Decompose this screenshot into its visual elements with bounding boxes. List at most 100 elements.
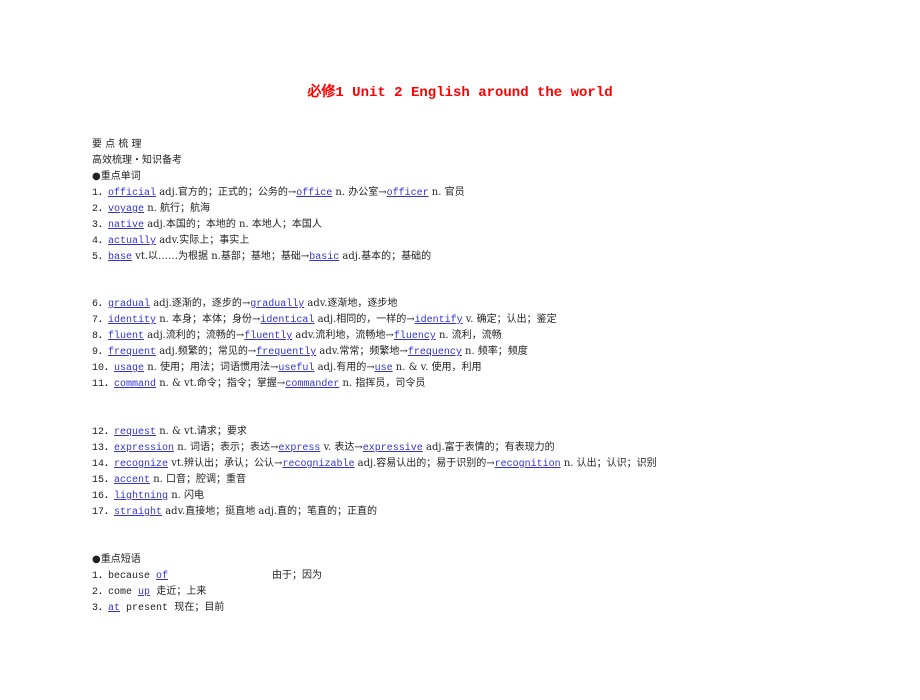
keyword-link[interactable]: request <box>114 427 156 438</box>
definition-text: adj.频繁的；常见的→ <box>156 346 257 357</box>
definition-text: adv.直接地；挺直地 adj.直的；笔直的；正直的 <box>162 506 378 517</box>
vocab-item: 12．request n. & vt.请求；要求 <box>92 424 657 440</box>
keyword-link[interactable]: voyage <box>108 204 144 215</box>
definition-text: adj.富于表情的；有表现力的 <box>422 442 555 453</box>
item-number: 6． <box>92 299 109 310</box>
page-title: 必修1 Unit 2 English around the world <box>307 85 613 101</box>
item-number: 3． <box>92 603 109 614</box>
item-number: 3． <box>92 220 109 231</box>
keyword-link[interactable]: recognition <box>495 459 561 470</box>
phrase-item: 1．because of 由于；因为 <box>92 568 322 584</box>
keyword-link[interactable]: gradually <box>250 299 304 310</box>
item-number: 7． <box>92 315 109 326</box>
vocab-heading: ●重点单词 <box>92 171 141 182</box>
item-number: 15． <box>92 475 115 486</box>
keyword-link[interactable]: use <box>375 363 393 374</box>
vocab-item: 17．straight adv.直接地；挺直地 adj.直的；笔直的；正直的 <box>92 504 657 520</box>
keyword-link[interactable]: frequently <box>256 347 316 358</box>
keyword-link[interactable]: straight <box>114 507 162 518</box>
keyword-link[interactable]: official <box>108 188 156 199</box>
keyword-link[interactable]: actually <box>108 236 156 247</box>
keyword-link[interactable]: office <box>296 188 332 199</box>
item-number: 5． <box>92 252 109 263</box>
keyword-link[interactable]: commander <box>285 379 339 390</box>
keyword-link[interactable]: identify <box>415 315 463 326</box>
keyword-link[interactable]: up <box>138 587 150 598</box>
phrase-text: at present <box>108 602 168 614</box>
keyword-link[interactable]: lightning <box>114 491 168 502</box>
item-number: 16． <box>92 491 115 502</box>
vocab-item: 16．lightning n. 闪电 <box>92 488 657 504</box>
keyword-link[interactable]: frequent <box>108 347 156 358</box>
keyword-link[interactable]: identity <box>108 315 156 326</box>
vocab-item: 10．usage n. 使用；用法；词语惯用法→useful adj.有用的→u… <box>92 360 557 376</box>
vocab-group-3: 12．request n. & vt.请求；要求 13．expression n.… <box>92 424 657 520</box>
definition-text: n. 办公室→ <box>332 187 387 198</box>
keyword-link[interactable]: recognize <box>114 459 168 470</box>
vocab-item: 1．official adj.官方的；正式的；公务的→office n. 办公室… <box>92 185 465 201</box>
definition-text: adj.容易认出的；易于识别的→ <box>354 458 495 469</box>
definition-text: n. 本身；本体；身份→ <box>156 314 261 325</box>
keyword-link[interactable]: expressive <box>363 443 423 454</box>
keyword-link[interactable]: frequency <box>408 347 462 358</box>
keyword-link[interactable]: express <box>278 443 320 454</box>
keyword-link[interactable]: officer <box>387 188 429 199</box>
item-number: 10． <box>92 363 115 374</box>
phrase-meaning: 现在；目前 <box>168 602 225 613</box>
item-number: 4． <box>92 236 109 247</box>
vocab-group-2: 6．gradual adj.逐渐的，逐步的→gradually adv.逐渐地，… <box>92 296 557 392</box>
definition-text: n. 认出；认识；识别 <box>560 458 657 469</box>
keyword-link[interactable]: fluent <box>108 331 144 342</box>
definition-text: adv.逐渐地，逐步地 <box>304 298 398 309</box>
item-number: 11． <box>92 379 115 390</box>
keyword-link[interactable]: identical <box>260 315 314 326</box>
keyword-link[interactable]: usage <box>114 363 144 374</box>
definition-text: adv.流利地，流畅地→ <box>292 330 394 341</box>
definition-text: n. 口音；腔调；重音 <box>150 474 247 485</box>
keyword-link[interactable]: recognizable <box>282 459 354 470</box>
keyword-link[interactable]: of <box>156 571 168 582</box>
section-heading: 要 点 梳 理 <box>92 139 142 150</box>
vocab-item: 6．gradual adj.逐渐的，逐步的→gradually adv.逐渐地，… <box>92 296 557 312</box>
item-number: 2． <box>92 587 109 598</box>
item-number: 17． <box>92 507 115 518</box>
vocab-group-1: 1．official adj.官方的；正式的；公务的→office n. 办公室… <box>92 185 465 265</box>
definition-text: adv.实际上；事实上 <box>156 235 250 246</box>
keyword-link[interactable]: useful <box>278 363 314 374</box>
item-number: 2． <box>92 204 109 215</box>
vocab-item: 8．fluent adj.流利的；流畅的→fluently adv.流利地，流畅… <box>92 328 557 344</box>
definition-text: adj.本国的；本地的 n. 本地人；本国人 <box>144 219 322 230</box>
keyword-link[interactable]: accent <box>114 475 150 486</box>
keyword-link[interactable]: fluency <box>394 331 436 342</box>
item-number: 9． <box>92 347 109 358</box>
phrase-item: 3．at present 现在；目前 <box>92 600 322 616</box>
definition-text: adj.逐渐的，逐步的→ <box>150 298 251 309</box>
vocab-item: 2．voyage n. 航行；航海 <box>92 201 465 217</box>
phrase-text: come up <box>108 586 150 598</box>
definition-text: n. 指挥员，司令员 <box>339 378 426 389</box>
keyword-link[interactable]: expression <box>114 443 174 454</box>
keyword-link[interactable]: fluently <box>244 331 292 342</box>
subsection-heading: 高效梳理・知识备考 <box>92 155 182 166</box>
definition-text: n. 使用；用法；词语惯用法→ <box>144 362 279 373</box>
vocab-item: 3．native adj.本国的；本地的 n. 本地人；本国人 <box>92 217 465 233</box>
definition-text: adj.官方的；正式的；公务的→ <box>156 187 297 198</box>
keyword-link[interactable]: gradual <box>108 299 150 310</box>
phrase-part: come <box>108 587 139 598</box>
definition-text: n. 词语；表示；表达→ <box>174 442 279 453</box>
definition-text: adj.流利的；流畅的→ <box>144 330 245 341</box>
keyword-link[interactable]: base <box>108 252 132 263</box>
definition-text: n. & v. 使用，利用 <box>392 362 482 373</box>
definition-text: n. 闪电 <box>168 490 205 501</box>
keyword-link[interactable]: native <box>108 220 144 231</box>
vocab-item: 9．frequent adj.频繁的；常见的→frequently adv.常常… <box>92 344 557 360</box>
vocab-item: 11．command n. & vt.命令；指令；掌握→commander n.… <box>92 376 557 392</box>
phrase-meaning: 由于；因为 <box>272 570 323 581</box>
definition-text: n. & vt.命令；指令；掌握→ <box>156 378 286 389</box>
phrase-meaning: 走近；上来 <box>150 586 207 597</box>
keyword-link[interactable]: basic <box>309 252 339 263</box>
item-number: 14． <box>92 459 115 470</box>
keyword-link[interactable]: at <box>108 603 120 614</box>
keyword-link[interactable]: command <box>114 379 156 390</box>
phrase-part: because <box>108 571 157 582</box>
